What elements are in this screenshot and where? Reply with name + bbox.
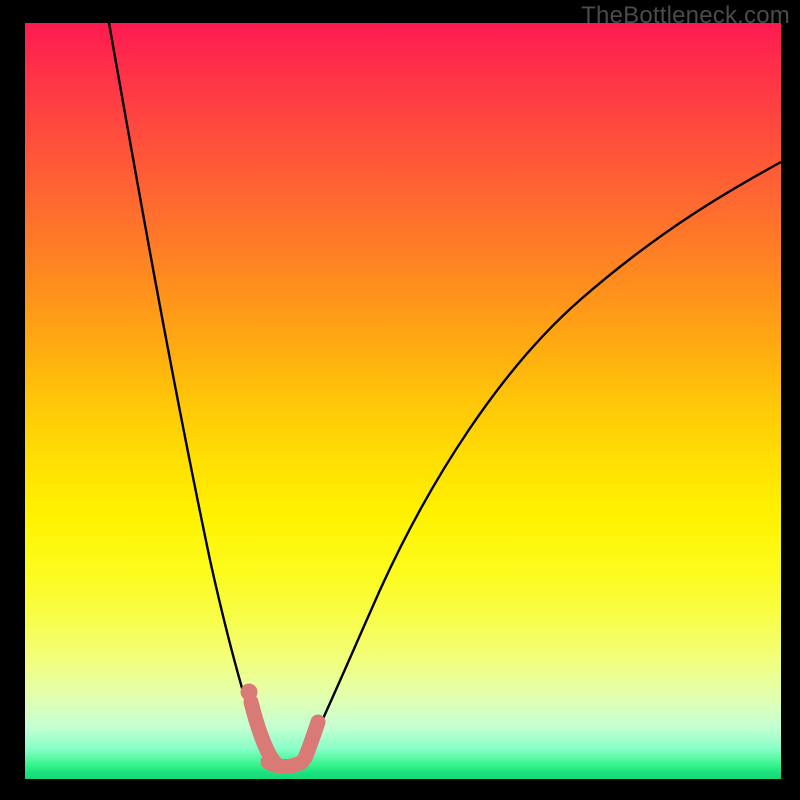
accent-right [305,722,318,758]
accent-dot [241,684,258,701]
chart-svg [0,0,800,800]
curve-right [300,162,781,764]
watermark-label: TheBottleneck.com [581,2,790,30]
chart-frame: TheBottleneck.com [0,0,800,800]
accent-bottom [268,762,302,767]
accent-left [251,702,276,764]
curve-left [109,23,272,764]
